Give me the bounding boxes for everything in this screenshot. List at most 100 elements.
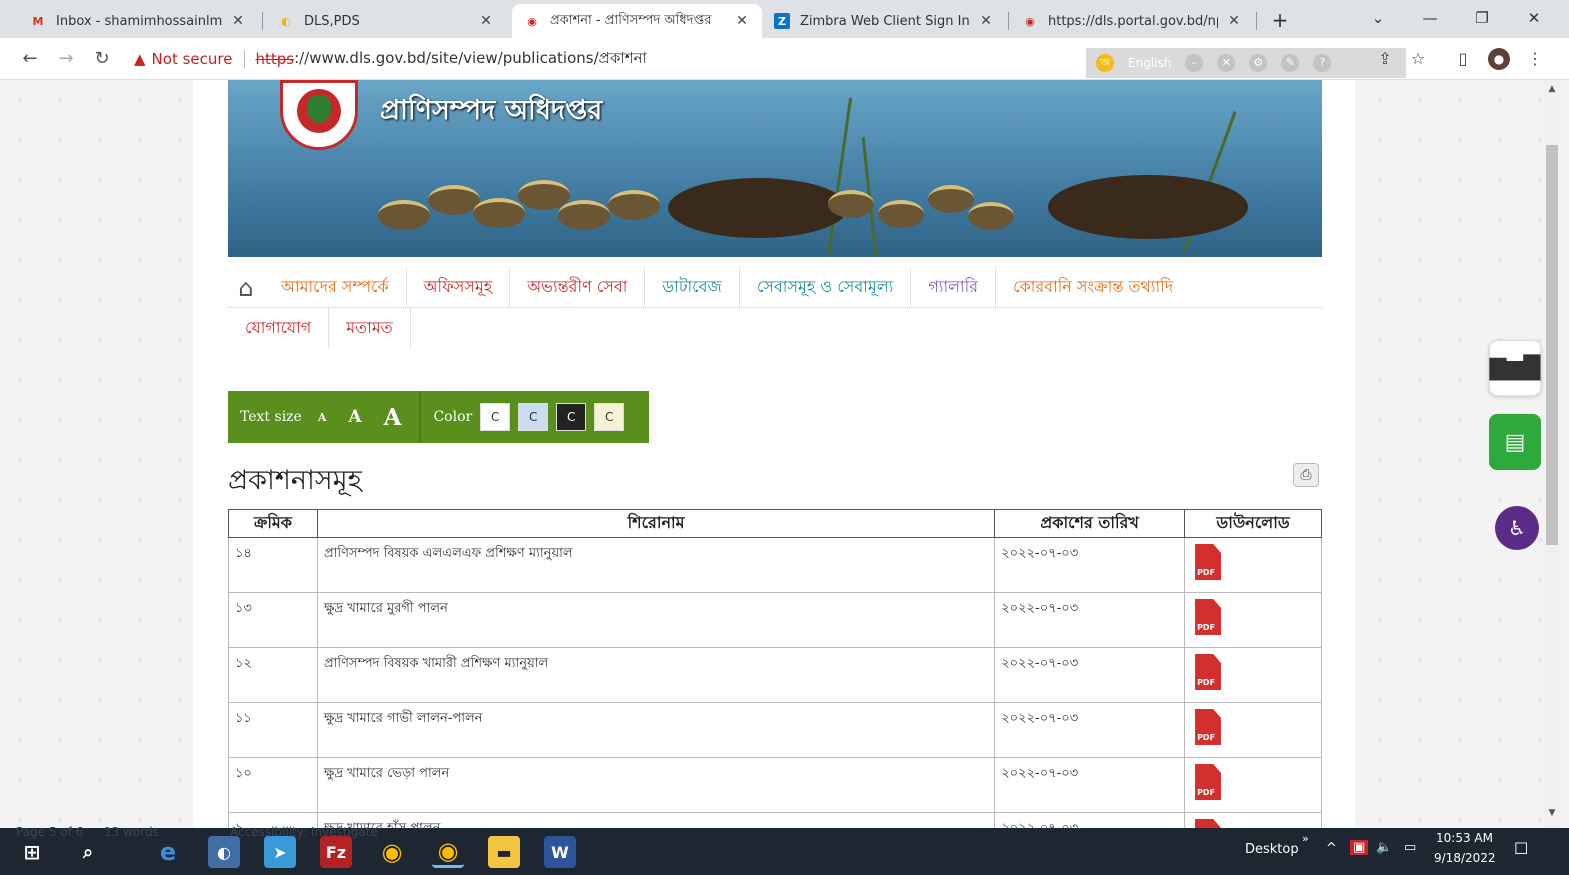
tray-overflow-icon[interactable]: ^ (1326, 841, 1337, 856)
file-explorer-icon[interactable]: ▬ (488, 836, 520, 868)
back-icon[interactable]: ← (18, 47, 42, 71)
scroll-thumb[interactable] (1546, 145, 1558, 545)
menu-item-feedback[interactable]: মতামত (329, 308, 411, 348)
tab-gmail[interactable]: M Inbox - shamimhossainlms@ ✕ (18, 4, 258, 38)
profile-avatar[interactable]: ● (1488, 48, 1510, 70)
edge-icon[interactable]: e (152, 836, 184, 868)
close-icon[interactable]: ✕ (978, 13, 994, 29)
menu-item-contact[interactable]: যোগাযোগ (228, 308, 330, 348)
home-icon[interactable]: ⌂ (228, 268, 264, 307)
pdf-download-icon[interactable]: PDF (1195, 544, 1222, 580)
minimize-icon[interactable]: — (1410, 4, 1450, 32)
word-icon[interactable]: W (544, 836, 576, 868)
restore-icon[interactable]: ❐ (1462, 4, 1502, 32)
text-size-small-button[interactable]: A (318, 411, 327, 424)
close-icon[interactable]: ✕ (734, 13, 750, 29)
app-icon[interactable]: ◐ (208, 836, 240, 868)
page-title: প্রকাশনাসমূহ (228, 465, 362, 496)
govt-seal-logo[interactable] (280, 80, 358, 150)
accessibility-icon[interactable]: ♿ (1495, 506, 1539, 550)
menu-item-gallery[interactable]: গ্যালারি (911, 268, 997, 307)
close-icon[interactable]: ✕ (478, 13, 494, 29)
tab-title: Zimbra Web Client Sign In (800, 13, 970, 29)
cell-title: প্রাণিসম্পদ বিষয়ক এলএলএফ প্রশিক্ষণ ম্যা… (316, 537, 996, 593)
cell-serial: ১০ (228, 757, 318, 813)
menu-item-internal-services[interactable]: অভ্যন্তরীণ সেবা (510, 268, 646, 307)
chevron-expand-icon[interactable]: » (1302, 832, 1309, 845)
side-panel-icon[interactable]: ▯ (1452, 48, 1474, 70)
telegram-icon[interactable]: ➤ (264, 836, 296, 868)
pdf-label: PDF (1197, 788, 1216, 797)
pin-icon[interactable]: ✕ (1217, 54, 1236, 72)
tab-publications[interactable]: ◉ প্রকাশনা - প্রাণিসম্পদ অধিদপ্তর ✕ (512, 4, 762, 38)
menu-item-qurbani-info[interactable]: কোরবানি সংক্রান্ত তথ্যাদি (996, 268, 1190, 307)
translate-extension-bar: অ English – ✕ ⚙ ✎ ? (1086, 48, 1406, 78)
search-icon[interactable]: ⌕ (72, 836, 104, 868)
tab-zimbra[interactable]: Z Zimbra Web Client Sign In ✕ (762, 4, 1006, 38)
menu-item-services[interactable]: সেবাসমূহ ও সেবামূল্য (740, 268, 912, 307)
pdf-download-icon[interactable]: PDF (1195, 819, 1222, 828)
network-icon[interactable]: ▭ (1404, 840, 1416, 855)
pdf-download-icon[interactable]: PDF (1195, 599, 1222, 635)
print-icon[interactable]: ⎙ (1293, 463, 1319, 487)
edit-icon[interactable]: ✎ (1281, 54, 1300, 72)
menu-item-database[interactable]: ডাটাবেজ (645, 268, 740, 307)
pdf-download-icon[interactable]: PDF (1195, 654, 1222, 690)
help-icon[interactable]: ? (1313, 54, 1332, 72)
statistics-chart-icon[interactable]: ▇▆█ (1489, 340, 1541, 396)
tab-search-icon[interactable]: ⌄ (1358, 4, 1398, 32)
extension-logo-icon[interactable]: অ (1096, 54, 1114, 72)
page-content: প্রাণিসম্পদ অধিদপ্তর ⌂ আমাদের সম্পর্কে অ… (193, 80, 1355, 828)
menu-kebab-icon[interactable]: ⋮ (1524, 48, 1546, 70)
text-size-large-button[interactable]: A (384, 404, 402, 431)
color-dark-button[interactable]: C (556, 403, 587, 431)
filezilla-icon[interactable]: Fz (320, 836, 352, 868)
pdf-tray-icon[interactable]: ▣ (1350, 840, 1369, 855)
desktop-toolbar-label[interactable]: Desktop (1245, 842, 1299, 857)
color-white-button[interactable]: C (480, 403, 511, 431)
share-icon[interactable]: ⇪ (1374, 48, 1396, 70)
tab-dls-portal[interactable]: ◉ https://dls.portal.gov.bd/npf ✕ (1010, 4, 1254, 38)
text-size-medium-button[interactable]: A (348, 407, 361, 427)
menu-row-1: ⌂ আমাদের সম্পর্কে অফিসসমূহ অভ্যন্তরীণ সে… (228, 268, 1322, 308)
bookmark-star-icon[interactable]: ☆ (1407, 48, 1429, 70)
windows-start-icon[interactable]: ⊞ (16, 836, 48, 868)
faded-status-words: 13 words (104, 825, 159, 839)
settings-icon[interactable]: ⚙ (1249, 54, 1268, 72)
page-scrollbar[interactable]: ▲ ▼ (1543, 80, 1561, 828)
pdf-download-icon[interactable]: PDF (1195, 764, 1222, 800)
window-close-icon[interactable]: ✕ (1514, 4, 1554, 32)
cell-download: PDF (1184, 702, 1322, 758)
notifications-icon[interactable]: ☐ (1514, 839, 1528, 858)
close-icon[interactable]: ✕ (230, 13, 246, 29)
tab-dls-pds[interactable]: ◐ DLS,PDS ✕ (266, 4, 506, 38)
cell-download: PDF (1184, 647, 1322, 703)
cell-date: ২০২২-০৭-০৩ (994, 812, 1186, 828)
close-icon[interactable]: ✕ (1226, 13, 1242, 29)
color-cream-button[interactable]: C (594, 403, 625, 431)
chrome-icon[interactable]: ◉ (376, 836, 408, 868)
color-blue-button[interactable]: C (518, 403, 549, 431)
volume-icon[interactable]: 🔈 (1376, 840, 1392, 855)
chrome-active-icon[interactable]: ◉ (432, 836, 464, 868)
publications-table: ক্রমিক শিরোনাম প্রকাশের তারিখ ডাউনলোড ১৪… (228, 509, 1322, 828)
reload-icon[interactable]: ↻ (90, 47, 114, 71)
chat-icon[interactable]: ▤ (1489, 414, 1541, 470)
scroll-up-icon[interactable]: ▲ (1543, 84, 1561, 100)
language-label[interactable]: English (1128, 56, 1171, 70)
cell-date: ২০২২-০৭-০৩ (994, 757, 1186, 813)
tab-title: https://dls.portal.gov.bd/npf (1048, 13, 1218, 29)
minus-icon[interactable]: – (1185, 54, 1204, 72)
forward-icon[interactable]: → (54, 47, 78, 71)
column-header-date: প্রকাশের তারিখ (994, 509, 1186, 538)
new-tab-icon[interactable]: + (1266, 6, 1294, 34)
clock-date[interactable]: 9/18/2022 (1434, 851, 1496, 865)
scroll-down-icon[interactable]: ▼ (1543, 808, 1561, 824)
menu-item-about[interactable]: আমাদের সম্পর্কে (264, 268, 407, 307)
menu-item-offices[interactable]: অফিসসমূহ (407, 268, 511, 307)
pdf-download-icon[interactable]: PDF (1195, 709, 1222, 745)
cell-download: PDF (1184, 537, 1322, 593)
tab-separator (262, 12, 263, 30)
column-header-serial: ক্রমিক (228, 509, 318, 538)
clock-time[interactable]: 10:53 AM (1436, 831, 1493, 845)
